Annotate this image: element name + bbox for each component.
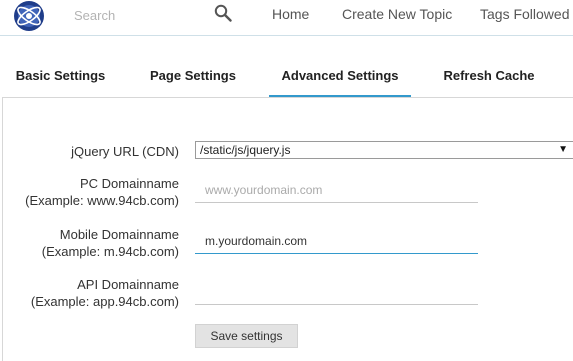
pc-domain-input[interactable]	[195, 177, 478, 203]
tab-advanced-settings[interactable]: Advanced Settings	[269, 56, 411, 98]
search-button[interactable]	[213, 4, 233, 24]
jquery-url-selected-value: /static/js/jquery.js	[200, 143, 291, 157]
nav-create-topic-link[interactable]: Create New Topic	[342, 6, 452, 22]
jquery-url-select[interactable]: /static/js/jquery.js ▼	[195, 141, 573, 159]
logo-icon[interactable]	[10, 0, 48, 34]
search-input[interactable]	[66, 3, 206, 27]
search-icon	[214, 4, 232, 22]
chevron-down-icon: ▼	[558, 144, 568, 155]
tab-page-settings[interactable]: Page Settings	[146, 56, 240, 98]
pc-domain-label-example: (Example: www.94cb.com)	[25, 193, 179, 208]
tab-basic-settings[interactable]: Basic Settings	[14, 56, 107, 98]
settings-tabs: Basic Settings Page Settings Advanced Se…	[0, 56, 573, 98]
api-domain-label: API Domainname (Example: app.94cb.com)	[31, 276, 179, 310]
api-domain-label-example: (Example: app.94cb.com)	[30, 294, 179, 309]
api-domain-input[interactable]	[195, 279, 478, 305]
nav-home-link[interactable]: Home	[272, 6, 309, 22]
mobile-domain-input[interactable]	[195, 228, 478, 254]
tab-refresh-cache[interactable]: Refresh Cache	[440, 56, 538, 98]
jquery-url-label: jQuery URL (CDN)	[71, 144, 179, 159]
mobile-domain-label-example: (Example: m.94cb.com)	[41, 244, 179, 259]
pc-domain-label: PC Domainname (Example: www.94cb.com)	[25, 175, 179, 209]
nav-tags-followed-link[interactable]: Tags Followed	[480, 6, 570, 22]
mobile-domain-label: Mobile Domainname (Example: m.94cb.com)	[42, 226, 179, 260]
api-domain-label-title: API Domainname	[77, 277, 179, 292]
save-settings-button[interactable]: Save settings	[195, 324, 298, 348]
mobile-domain-label-title: Mobile Domainname	[59, 227, 179, 242]
pc-domain-label-title: PC Domainname	[80, 176, 179, 191]
top-navbar: Home Create New Topic Tags Followed	[0, 0, 573, 36]
